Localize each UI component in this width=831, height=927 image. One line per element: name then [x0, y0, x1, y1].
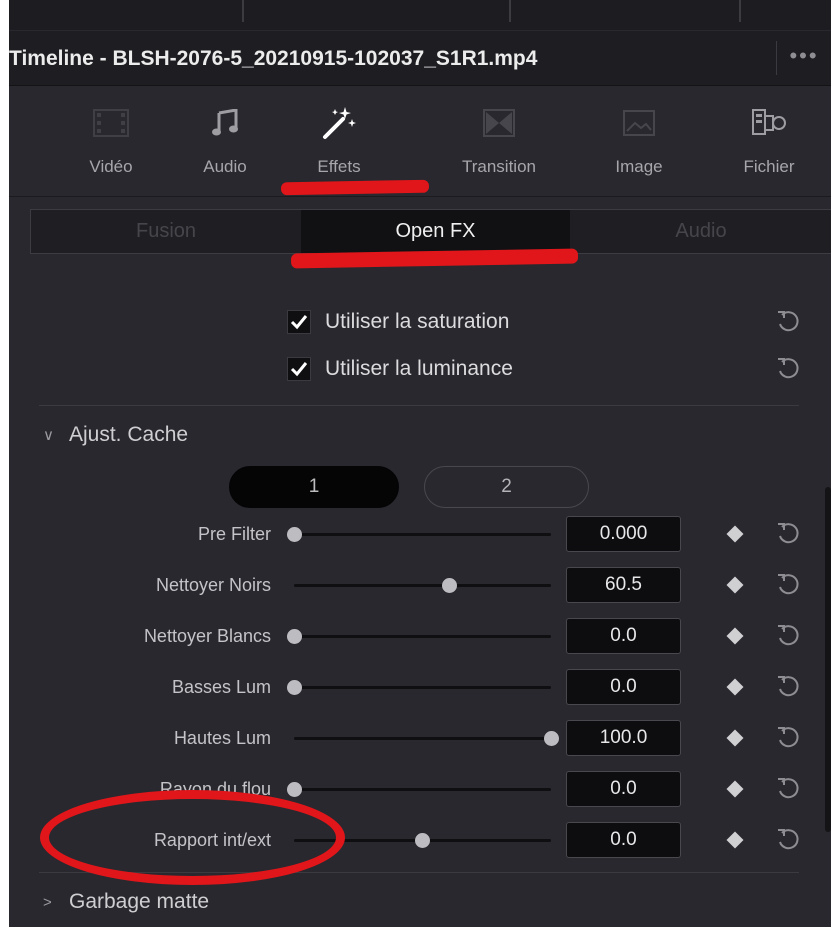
subtab-openfx[interactable]: Open FX [301, 210, 570, 253]
chevron-down-icon: ∨ [43, 427, 54, 444]
param-slider-track[interactable] [294, 737, 551, 740]
keyframe-diamond-icon[interactable] [726, 627, 744, 645]
param-slider-track[interactable] [294, 788, 551, 791]
param-slider-track[interactable] [294, 686, 551, 689]
toolbar-separator [739, 0, 741, 22]
tab-label: Transition [461, 157, 536, 176]
annotation-circle-rapport [40, 790, 345, 885]
reset-icon[interactable] [775, 623, 801, 649]
transition-icon [479, 103, 519, 143]
param-value-field[interactable]: 0.0 [566, 822, 681, 858]
segment-2-button[interactable]: 2 [424, 466, 589, 508]
top-toolbar-strip [9, 0, 831, 30]
param-slider-knob[interactable] [286, 782, 302, 797]
clip-title: Timeline - BLSH-2076-5_20210915-102037_S… [9, 47, 538, 70]
subtab-fusion[interactable]: Fusion [31, 210, 301, 253]
chevron-right-icon: > [43, 893, 52, 911]
annotation-underline-effets [280, 179, 430, 196]
tab-label: Image [615, 157, 663, 176]
music-note-icon [205, 103, 245, 143]
checkmark-icon [290, 315, 308, 330]
reset-icon[interactable] [775, 674, 801, 700]
reset-icon[interactable] [775, 827, 801, 853]
param-label: Nettoyer Blancs [143, 626, 271, 646]
image-icon [619, 103, 659, 143]
param-slider-track[interactable] [294, 635, 551, 638]
keyframe-diamond-icon[interactable] [726, 678, 744, 696]
reset-icon[interactable] [775, 309, 801, 335]
keyframe-diamond-icon[interactable] [726, 780, 744, 798]
param-row: Nettoyer Blancs 0.0 [9, 616, 831, 656]
tab-label: Audio [203, 157, 247, 176]
checkbox-label: Utiliser la luminance [325, 357, 513, 380]
param-slider-track[interactable] [294, 584, 551, 587]
reset-icon[interactable] [775, 776, 801, 802]
section-label: Ajust. Cache [69, 423, 189, 446]
checkbox-box[interactable] [287, 357, 311, 381]
param-slider-knob[interactable] [543, 731, 559, 746]
scrollbar[interactable] [825, 487, 831, 832]
section-header-garbage-matte[interactable]: > Garbage matte [43, 887, 209, 917]
reset-icon[interactable] [775, 521, 801, 547]
keyframe-diamond-icon[interactable] [726, 525, 744, 543]
param-slider-knob[interactable] [286, 680, 302, 695]
film-icon [91, 103, 131, 143]
tab-audio[interactable]: Audio [175, 87, 275, 197]
toolbar-separator [242, 0, 244, 22]
inspector-window: Timeline - BLSH-2076-5_20210915-102037_S… [9, 0, 831, 927]
param-label: Pre Filter [197, 524, 271, 544]
param-row: Nettoyer Noirs 60.5 [9, 565, 831, 605]
keyframe-diamond-icon[interactable] [726, 576, 744, 594]
keyframe-diamond-icon[interactable] [726, 729, 744, 747]
reset-icon[interactable] [775, 356, 801, 382]
tab-video[interactable]: Vidéo [61, 87, 161, 197]
param-slider-knob[interactable] [286, 527, 302, 542]
more-options-button[interactable]: ••• [776, 41, 831, 75]
use-saturation-checkbox[interactable]: Utiliser la saturation [287, 307, 509, 337]
param-label: Basses Lum [171, 677, 271, 697]
param-label: Nettoyer Noirs [155, 575, 271, 595]
effects-subtabs: Fusion Open FX Audio [30, 209, 831, 254]
param-value-field[interactable]: 0.0 [566, 618, 681, 654]
camera-file-icon [749, 103, 789, 143]
tab-label: Effets [317, 157, 361, 176]
toolbar-separator [509, 0, 511, 22]
param-row: Hautes Lum 100.0 [9, 718, 831, 758]
use-luminance-checkbox[interactable]: Utiliser la luminance [287, 354, 513, 384]
param-value-field[interactable]: 0.0 [566, 669, 681, 705]
param-slider-knob[interactable] [415, 833, 430, 848]
param-value-field[interactable]: 0.000 [566, 516, 681, 552]
checkbox-box[interactable] [287, 310, 311, 334]
param-row: Pre Filter 0.000 [9, 514, 831, 554]
tab-image: Image [589, 87, 689, 197]
tab-file[interactable]: Fichier [719, 87, 819, 197]
section-header-ajust-cache[interactable]: ∨ Ajust. Cache [43, 420, 188, 450]
param-slider-track[interactable] [294, 533, 551, 536]
segment-1-button[interactable]: 1 [229, 466, 399, 508]
keyframe-diamond-icon[interactable] [726, 831, 744, 849]
divider [39, 405, 799, 406]
reset-icon[interactable] [775, 572, 801, 598]
section-label: Garbage matte [69, 890, 210, 913]
param-label: Hautes Lum [173, 728, 271, 748]
param-slider-knob[interactable] [286, 629, 302, 644]
tab-label: Fichier [743, 157, 795, 176]
magic-wand-icon [319, 103, 359, 143]
param-row: Basses Lum 0.0 [9, 667, 831, 707]
subtab-audio[interactable]: Audio [570, 210, 831, 253]
reset-icon[interactable] [775, 725, 801, 751]
inspector-title-bar: Timeline - BLSH-2076-5_20210915-102037_S… [9, 31, 831, 86]
param-value-field[interactable]: 0.0 [566, 771, 681, 807]
tab-label: Vidéo [89, 157, 133, 176]
param-value-field[interactable]: 100.0 [566, 720, 681, 756]
tab-transition: Transition [449, 87, 549, 197]
checkmark-icon [290, 362, 308, 377]
checkbox-label: Utiliser la saturation [325, 310, 510, 333]
param-value-field[interactable]: 60.5 [566, 567, 681, 603]
param-slider-knob[interactable] [441, 578, 457, 593]
